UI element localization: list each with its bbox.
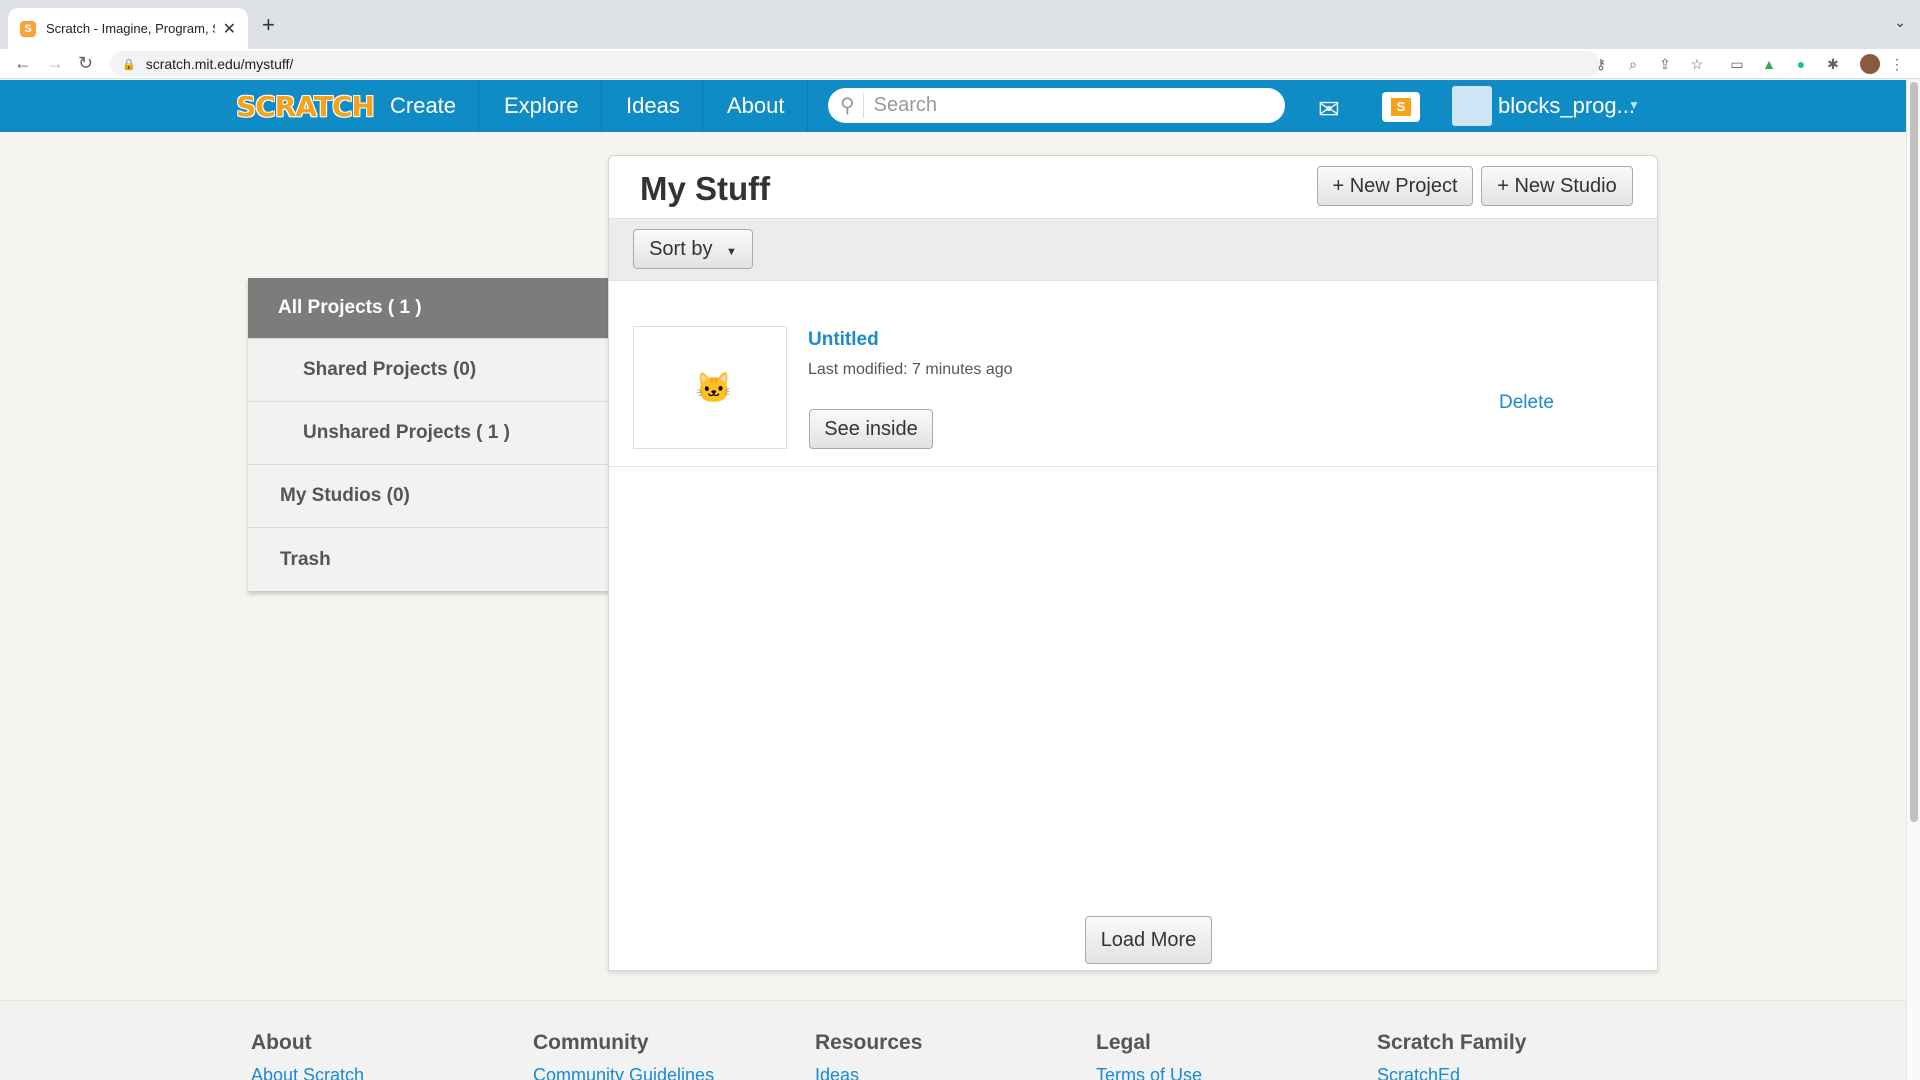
- nav-ideas[interactable]: Ideas: [604, 80, 703, 132]
- lock-icon: 🔒: [122, 58, 136, 71]
- key-icon[interactable]: ⚷: [1592, 55, 1610, 73]
- tab-search-chevron-icon[interactable]: ⌄: [1894, 14, 1906, 31]
- mystuff-panel: My Stuff + New Project + New Studio Sort…: [608, 155, 1658, 971]
- new-project-button[interactable]: + New Project: [1317, 166, 1473, 206]
- bookmark-star-icon[interactable]: ☆: [1688, 55, 1706, 73]
- scratch-nav-bar: SCRATCH Create Explore Ideas About ⚲ Sea…: [0, 80, 1920, 132]
- address-bar[interactable]: 🔒 scratch.mit.edu/mystuff/: [110, 51, 1600, 77]
- extensions-puzzle-icon[interactable]: ✱: [1824, 55, 1842, 73]
- project-thumbnail[interactable]: 🐱: [633, 326, 787, 449]
- browser-toolbar: ← → ↻ 🔒 scratch.mit.edu/mystuff/ ⚷ ⌕ ⇪ ☆…: [0, 49, 1920, 79]
- sort-by-label: Sort by: [649, 238, 713, 260]
- nav-create[interactable]: Create: [368, 80, 480, 132]
- footer-column-scratch-family: Scratch Family ScratchEd: [1377, 1031, 1526, 1080]
- sidebar-item-shared-projects[interactable]: Shared Projects (0): [248, 339, 610, 402]
- footer-column-legal: Legal Terms of Use: [1096, 1031, 1202, 1080]
- share-icon[interactable]: ⇪: [1656, 55, 1674, 73]
- my-stuff-letter: S: [1391, 98, 1411, 116]
- site-footer: About About Scratch Community Community …: [0, 1000, 1920, 1080]
- zoom-icon[interactable]: ⌕: [1624, 55, 1642, 73]
- scratch-favicon-icon: S: [20, 20, 36, 37]
- cast-icon[interactable]: ▭: [1728, 55, 1746, 73]
- footer-link[interactable]: Terms of Use: [1096, 1065, 1202, 1080]
- back-arrow-icon[interactable]: ←: [14, 53, 32, 74]
- footer-heading: Scratch Family: [1377, 1031, 1527, 1054]
- nav-explore[interactable]: Explore: [482, 80, 602, 132]
- project-last-modified: Last modified: 7 minutes ago: [808, 361, 1013, 378]
- sidebar-item-trash[interactable]: Trash: [248, 528, 610, 591]
- sidebar-item-unshared-projects[interactable]: Unshared Projects ( 1 ): [248, 402, 610, 465]
- sort-bar: Sort by ▼: [609, 218, 1657, 281]
- sidebar-item-my-studios[interactable]: My Studios (0): [248, 465, 610, 528]
- footer-heading: Resources: [815, 1031, 923, 1054]
- footer-column-community: Community Community Guidelines: [533, 1031, 714, 1080]
- scratch-logo[interactable]: SCRATCH: [236, 88, 375, 124]
- footer-link[interactable]: ScratchEd: [1377, 1065, 1526, 1080]
- sort-by-dropdown[interactable]: Sort by ▼: [633, 229, 753, 269]
- chevron-down-icon: ▼: [726, 246, 737, 258]
- new-tab-icon[interactable]: +: [262, 12, 275, 38]
- nav-about[interactable]: About: [705, 80, 808, 132]
- browser-tab[interactable]: S Scratch - Imagine, Program, Sh ✕: [8, 8, 248, 49]
- browser-tab-bar: S Scratch - Imagine, Program, Sh ✕ + ⌄: [0, 0, 1920, 49]
- row-divider: [609, 466, 1657, 467]
- mystuff-sidebar: All Projects ( 1 ) Shared Projects (0) U…: [248, 278, 610, 591]
- user-dropdown-caret-icon[interactable]: ▼: [1628, 98, 1640, 112]
- scratch-cat-icon: 🐱: [695, 372, 733, 405]
- delete-project-link[interactable]: Delete: [1499, 392, 1554, 414]
- reload-icon[interactable]: ↻: [78, 53, 93, 74]
- footer-heading: Community: [533, 1031, 649, 1054]
- close-tab-icon[interactable]: ✕: [223, 19, 236, 39]
- more-menu-icon[interactable]: ⋮: [1888, 55, 1906, 73]
- page-title: My Stuff: [640, 170, 771, 207]
- footer-link[interactable]: About Scratch: [251, 1065, 364, 1080]
- search-placeholder: Search: [873, 94, 938, 116]
- username[interactable]: blocks_prog...: [1498, 80, 1635, 132]
- footer-column-resources: Resources Ideas: [815, 1031, 922, 1080]
- grammarly-icon[interactable]: ●: [1792, 55, 1810, 73]
- forward-arrow-icon[interactable]: →: [46, 53, 64, 74]
- url-text: scratch.mit.edu/mystuff/: [145, 56, 294, 72]
- footer-link[interactable]: Ideas: [815, 1065, 922, 1080]
- footer-heading: About: [251, 1031, 312, 1054]
- search-input[interactable]: ⚲ Search: [828, 88, 1285, 123]
- page-scrollbar[interactable]: [1906, 80, 1920, 1080]
- footer-column-about: About About Scratch: [251, 1031, 364, 1080]
- search-icon: ⚲: [840, 93, 864, 118]
- sidebar-item-all-projects[interactable]: All Projects ( 1 ): [248, 278, 610, 339]
- profile-avatar[interactable]: [1860, 54, 1880, 74]
- scrollbar-thumb[interactable]: [1910, 82, 1918, 822]
- tab-title: Scratch - Imagine, Program, Sh: [46, 21, 215, 36]
- footer-link[interactable]: Community Guidelines: [533, 1065, 714, 1080]
- drive-icon[interactable]: ▲: [1760, 55, 1778, 73]
- project-title-link[interactable]: Untitled: [808, 329, 879, 351]
- footer-heading: Legal: [1096, 1031, 1151, 1054]
- load-more-button[interactable]: Load More: [1085, 916, 1212, 964]
- user-avatar[interactable]: [1452, 86, 1492, 126]
- new-studio-button[interactable]: + New Studio: [1481, 166, 1633, 206]
- see-inside-button[interactable]: See inside: [809, 409, 933, 449]
- messages-envelope-icon[interactable]: ✉: [1318, 94, 1340, 125]
- my-stuff-folder-icon[interactable]: S: [1382, 92, 1420, 122]
